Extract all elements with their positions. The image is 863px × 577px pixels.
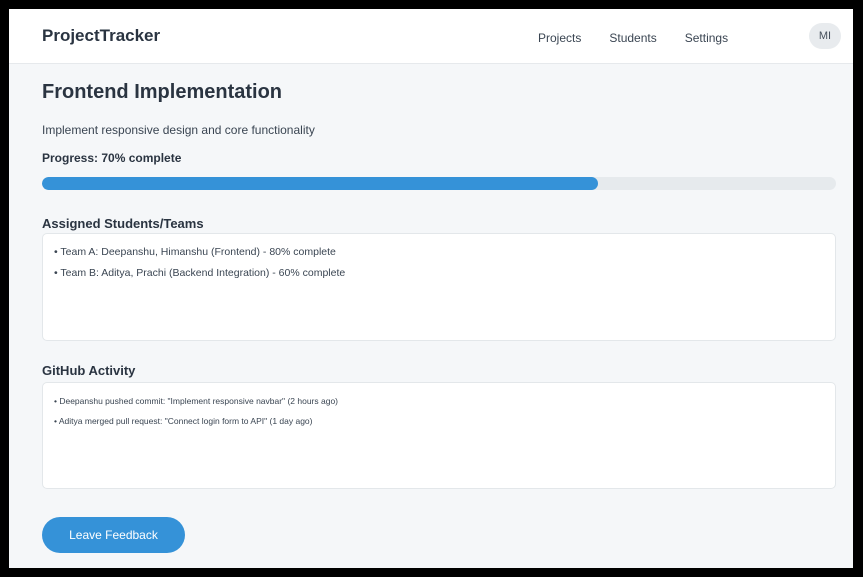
nav-links: Projects Students Settings: [538, 31, 756, 45]
nav-link-students[interactable]: Students: [609, 31, 656, 45]
student-team-item: Team A: Deepanshu, Himanshu (Frontend) -…: [54, 242, 835, 263]
progress-bar: [42, 177, 836, 190]
students-list: Team A: Deepanshu, Himanshu (Frontend) -…: [43, 234, 835, 284]
brand-logo[interactable]: ProjectTracker: [42, 26, 160, 46]
github-activity-item: Aditya merged pull request: "Connect log…: [54, 411, 835, 431]
students-card: Team A: Deepanshu, Himanshu (Frontend) -…: [42, 233, 836, 341]
progress-bar-fill: [42, 177, 598, 190]
progress-label: Progress: 70% complete: [42, 151, 182, 165]
nav-link-projects[interactable]: Projects: [538, 31, 581, 45]
page-title: Frontend Implementation: [42, 81, 282, 103]
top-navbar: ProjectTracker Projects Students Setting…: [9, 9, 853, 64]
github-activity-item: Deepanshu pushed commit: "Implement resp…: [54, 391, 835, 411]
github-activity-list: Deepanshu pushed commit: "Implement resp…: [43, 383, 835, 431]
github-activity-card: Deepanshu pushed commit: "Implement resp…: [42, 382, 836, 489]
students-section-title: Assigned Students/Teams: [42, 216, 204, 231]
app-window: ProjectTracker Projects Students Setting…: [9, 9, 853, 568]
nav-link-settings[interactable]: Settings: [685, 31, 728, 45]
user-avatar[interactable]: MI: [809, 23, 841, 49]
github-section-title: GitHub Activity: [42, 363, 136, 378]
student-team-item: Team B: Aditya, Prachi (Backend Integrat…: [54, 263, 835, 284]
project-description: Implement responsive design and core fun…: [42, 123, 315, 137]
leave-feedback-button[interactable]: Leave Feedback: [42, 517, 185, 553]
